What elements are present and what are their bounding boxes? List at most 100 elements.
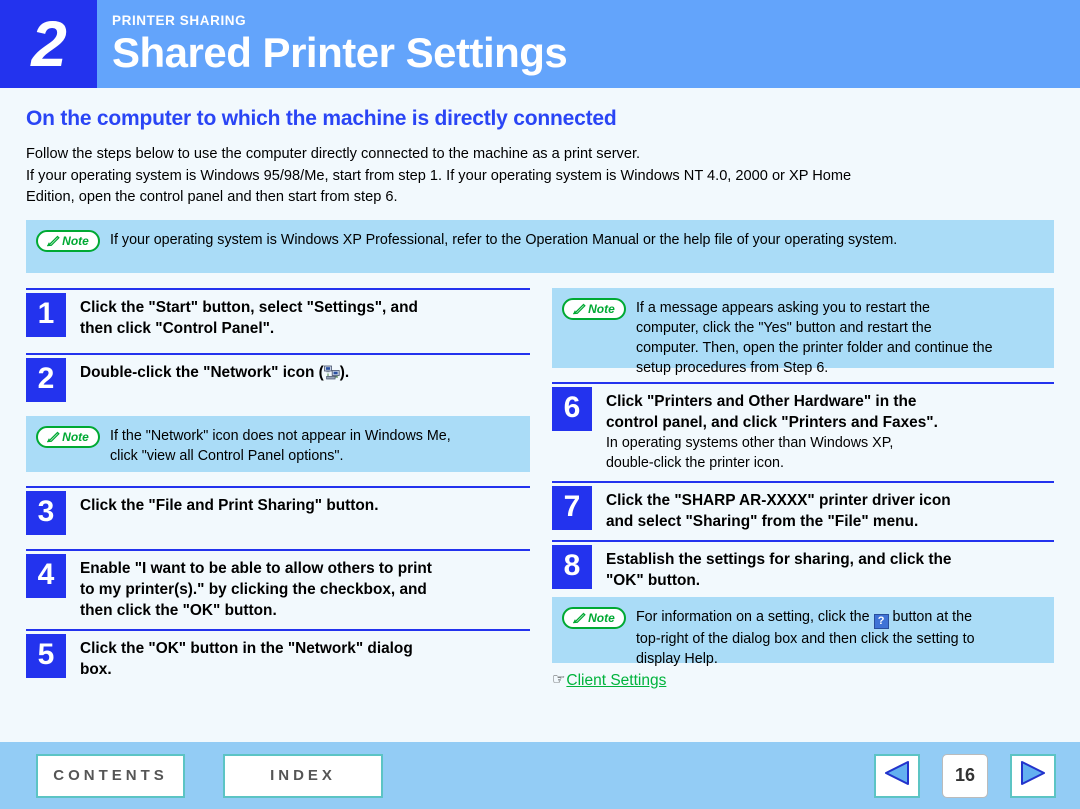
note-box-network-icon: Note If the "Network" icon does not appe…	[26, 415, 531, 472]
step-6-number: 6	[551, 386, 592, 431]
note-box-help: Note For information on a setting, click…	[551, 596, 1054, 667]
note-badge-label: Note	[62, 233, 89, 248]
section-heading: On the computer to which the machine is …	[26, 107, 617, 130]
intro-line-2: If your operating system is Windows 95/9…	[26, 167, 852, 184]
right-column: Note If a message appears asking you to …	[551, 287, 1054, 690]
note-badge-label: Note	[62, 429, 89, 444]
step-7: 7 Click the "SHARP AR-XXXX" printer driv…	[551, 480, 1054, 532]
step-3-body: Click the "File and Print Sharing" butto…	[66, 491, 378, 516]
note-badge: Note	[36, 229, 100, 252]
page-footer: CONTENTS INDEX 16	[0, 742, 1080, 809]
step-5-number: 5	[26, 633, 66, 678]
previous-page-arrow-icon	[882, 759, 912, 792]
help-question-icon: ?	[873, 613, 889, 629]
step-2: 2 Double-click the "Network" icon ().	[26, 352, 531, 402]
step-7-line-2: and select "Sharing" from the "File" men…	[605, 512, 919, 530]
note-text-os: If your operating system is Windows XP P…	[110, 231, 898, 248]
step-4-line-1: Enable "I want to be able to allow other…	[80, 559, 432, 577]
step-5-body: Click the "OK" button in the "Network" d…	[66, 634, 413, 680]
column-gap	[530, 288, 552, 690]
note-help-line-3: display Help.	[635, 650, 718, 667]
contents-button[interactable]: CONTENTS	[36, 753, 185, 798]
note-badge-label: Note	[588, 610, 615, 625]
intro-line-3: Edition, open the control panel and then…	[26, 189, 398, 205]
note-badge-label: Note	[588, 301, 615, 316]
step-5: 5 Click the "OK" button in the "Network"…	[26, 628, 531, 680]
step-6-line-1: Click "Printers and Other Hardware" in t…	[605, 392, 917, 410]
note-restart-line-1: If a message appears asking you to resta…	[635, 299, 930, 316]
two-column-layout: 1 Click the "Start" button, select "Sett…	[26, 287, 1054, 690]
next-page-button[interactable]	[1010, 753, 1056, 798]
step-1: 1 Click the "Start" button, select "Sett…	[26, 287, 531, 339]
step-3: 3 Click the "File and Print Sharing" but…	[26, 485, 531, 535]
header-text-group: PRINTER SHARING Shared Printer Settings	[97, 0, 568, 88]
pencil-icon	[47, 234, 60, 247]
left-column: 1 Click the "Start" button, select "Sett…	[26, 287, 531, 690]
note-help-text-after: button at the	[892, 608, 973, 625]
note-network-line-1: If the "Network" icon does not appear in…	[110, 427, 451, 444]
pencil-icon	[47, 430, 60, 443]
step-6-body: Click "Printers and Other Hardware" in t…	[592, 387, 938, 473]
step-5-line-2: box.	[80, 660, 112, 678]
step-3-number: 3	[26, 490, 66, 535]
pointing-hand-icon: ☞	[551, 671, 566, 688]
step-4-line-2: to my printer(s)." by clicking the check…	[80, 580, 427, 598]
note-box-restart: Note If a message appears asking you to …	[551, 287, 1054, 376]
step-8-body: Establish the settings for sharing, and …	[592, 545, 952, 591]
note-badge: Note	[561, 606, 626, 629]
intro-line-1: Follow the steps below to use the comput…	[26, 146, 641, 162]
next-page-arrow-icon	[1018, 759, 1048, 792]
note-help-line-2: top-right of the dialog box and then cli…	[635, 630, 975, 647]
step-2-text-before: Double-click the "Network" icon (	[80, 363, 324, 381]
note-help-text-before: For information on a setting, click the	[635, 608, 870, 625]
step-2-line-1: Double-click the "Network" icon ().	[80, 362, 349, 383]
page-number-display[interactable]: 16	[942, 753, 988, 798]
step-6: 6 Click "Printers and Other Hardware" in…	[551, 381, 1054, 473]
network-icon	[323, 365, 340, 380]
note-restart-line-2: computer, click the "Yes" button and res…	[635, 319, 932, 336]
step-7-line-1: Click the "SHARP AR-XXXX" printer driver…	[605, 491, 951, 509]
pencil-icon	[573, 611, 586, 624]
step-6-sub-2: double-click the printer icon.	[605, 454, 784, 471]
step-6-line-2: control panel, and click "Printers and F…	[605, 413, 938, 431]
client-settings-link-row[interactable]: ☞ Client Settings	[552, 671, 1054, 690]
note-text-network-icon: If the "Network" icon does not appear in…	[100, 425, 451, 466]
step-1-body: Click the "Start" button, select "Settin…	[66, 293, 418, 339]
note-help-line-1: For information on a setting, click the …	[636, 607, 975, 629]
step-7-number: 7	[551, 485, 592, 530]
step-6-sub-1: In operating systems other than Windows …	[605, 434, 894, 451]
client-settings-link[interactable]: Client Settings	[566, 671, 666, 690]
header-kicker: PRINTER SHARING	[112, 13, 247, 28]
page-content: On the computer to which the machine is …	[0, 107, 1080, 690]
note-text-help: For information on a setting, click the …	[626, 606, 975, 669]
step-1-line-2: then click "Control Panel".	[80, 319, 275, 337]
chapter-number: 2	[0, 0, 97, 88]
step-2-number: 2	[26, 357, 66, 402]
intro-paragraph: Follow the steps below to use the comput…	[26, 144, 1054, 209]
step-3-line-1: Click the "File and Print Sharing" butto…	[80, 496, 379, 514]
note-badge: Note	[36, 425, 100, 448]
page-title: Shared Printer Settings	[112, 29, 568, 76]
step-8-line-1: Establish the settings for sharing, and …	[605, 550, 952, 568]
page-navigation: 16	[874, 753, 1056, 798]
note-text-restart: If a message appears asking you to resta…	[626, 297, 993, 378]
index-button[interactable]: INDEX	[223, 753, 383, 798]
note-badge: Note	[561, 297, 626, 320]
previous-page-button[interactable]	[874, 753, 920, 798]
note-network-line-2: click "view all Control Panel options".	[110, 447, 344, 464]
page-header: 2 PRINTER SHARING Shared Printer Setting…	[0, 0, 1080, 88]
step-4-number: 4	[26, 553, 66, 598]
step-4-body: Enable "I want to be able to allow other…	[66, 554, 432, 621]
step-8: 8 Establish the settings for sharing, an…	[551, 539, 1054, 591]
step-8-line-2: "OK" button.	[605, 571, 701, 589]
note-restart-line-4: setup procedures from Step 6.	[635, 359, 829, 376]
step-1-line-1: Click the "Start" button, select "Settin…	[80, 298, 418, 316]
step-5-line-1: Click the "OK" button in the "Network" d…	[80, 639, 413, 657]
